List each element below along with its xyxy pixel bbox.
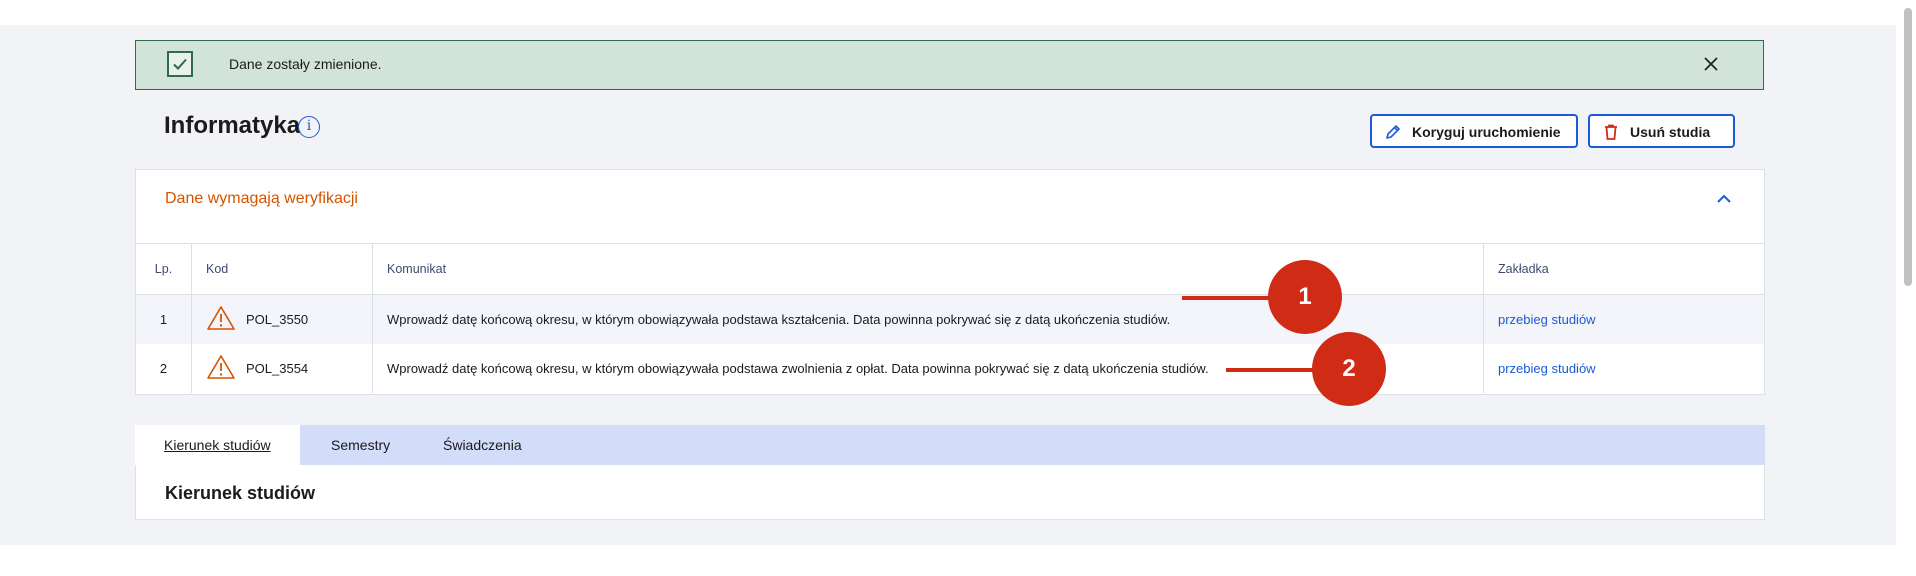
- tab-field-of-study[interactable]: Kierunek studiów: [135, 425, 300, 465]
- row-number: 2: [136, 344, 192, 393]
- info-icon[interactable]: i: [298, 116, 320, 138]
- close-icon[interactable]: [1702, 55, 1720, 73]
- callout-line: [1182, 296, 1272, 300]
- scrollbar-track[interactable]: [1896, 0, 1916, 576]
- row-tab-cell: przebieg studiów: [1483, 294, 1764, 344]
- chevron-up-icon[interactable]: [1715, 190, 1733, 213]
- success-alert: Dane zostały zmienione.: [135, 40, 1764, 90]
- row-code-cell: POL_3550: [191, 294, 373, 344]
- pencil-icon: [1384, 123, 1402, 144]
- verification-panel: Dane wymagają weryfikacji Lp. Kod Komuni…: [135, 169, 1765, 395]
- column-header-code: Kod: [191, 244, 373, 295]
- trash-icon: [1602, 123, 1620, 144]
- row-tab-cell: przebieg studiów: [1484, 344, 1765, 393]
- scrollbar-thumb[interactable]: [1904, 8, 1912, 286]
- tab-bar: Kierunek studiów Semestry Świadczenia: [135, 425, 1765, 465]
- row-number: 1: [136, 294, 192, 344]
- checkmark-icon: [167, 51, 193, 77]
- callout-line: [1226, 368, 1316, 372]
- tab-link[interactable]: przebieg studiów: [1498, 361, 1596, 376]
- delete-studies-label: Usuń studia: [1630, 124, 1711, 140]
- callout-marker: 1: [1268, 260, 1342, 334]
- table-row: 2 POL_3554 Wprowadź datę końcową okresu,…: [136, 344, 1764, 393]
- error-code: POL_3550: [246, 312, 309, 327]
- error-code: POL_3554: [246, 361, 309, 376]
- section-title: Kierunek studiów: [165, 483, 316, 503]
- callout-marker: 2: [1312, 332, 1386, 406]
- tab-benefits[interactable]: Świadczenia: [414, 425, 551, 465]
- verification-table: Lp. Kod Komunikat Zakładka 1 POL_3550 Wp…: [136, 244, 1764, 393]
- delete-studies-button[interactable]: Usuń studia: [1588, 114, 1735, 148]
- verification-title: Dane wymagają weryfikacji: [165, 190, 358, 207]
- alert-message: Dane zostały zmienione.: [229, 56, 382, 72]
- table-row: 1 POL_3550 Wprowadź datę końcową okresu,…: [136, 294, 1764, 344]
- edit-launch-button[interactable]: Koryguj uruchomienie: [1370, 114, 1578, 148]
- tab-link[interactable]: przebieg studiów: [1498, 312, 1596, 327]
- column-header-tab: Zakładka: [1483, 244, 1764, 295]
- tab-content: Kierunek studiów: [135, 465, 1765, 520]
- row-code-cell: POL_3554: [191, 344, 373, 393]
- edit-launch-label: Koryguj uruchomienie: [1412, 124, 1561, 140]
- tab-semesters[interactable]: Semestry: [302, 425, 419, 465]
- page-title: Informatyka: [164, 112, 301, 139]
- warning-icon: [206, 354, 236, 383]
- warning-icon: [206, 305, 236, 334]
- column-header-lp: Lp.: [136, 244, 192, 295]
